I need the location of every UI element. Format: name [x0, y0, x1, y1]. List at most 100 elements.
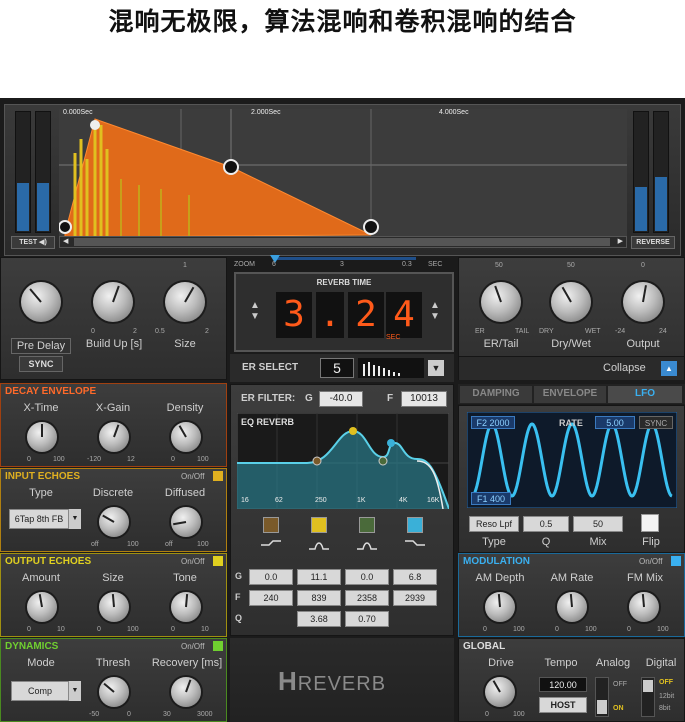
eq-band-1-toggle[interactable]: [263, 517, 279, 533]
x-gain-knob[interactable]: [99, 422, 129, 452]
eq-curve-graph[interactable]: [237, 413, 449, 509]
analog-switch[interactable]: [595, 677, 609, 717]
digital-switch[interactable]: [641, 677, 655, 717]
global-panel: GLOBAL Drive Tempo Analog Digital 0 100 …: [458, 638, 685, 722]
high-shelf-icon: [405, 540, 425, 546]
reverse-button[interactable]: REVERSE: [631, 236, 675, 249]
density-knob[interactable]: [171, 422, 201, 452]
modulation-panel: MODULATION On/Off AM Depth AM Rate FM Mi…: [458, 553, 685, 637]
logo-area: HREVERB: [230, 638, 454, 722]
eq-q-2[interactable]: 3.68: [297, 611, 341, 627]
mode-dropdown-icon[interactable]: ▼: [69, 681, 81, 701]
lfo-q-field[interactable]: 0.5: [523, 516, 569, 532]
lfo-f1-field[interactable]: F1 400: [471, 492, 511, 505]
size-knob[interactable]: [165, 282, 205, 322]
eq-gain-4[interactable]: 6.8: [393, 569, 437, 585]
recovery-knob[interactable]: [171, 677, 201, 707]
zoom-slider[interactable]: ZOOM 6 3 0.3 SEC: [230, 255, 454, 271]
dry-wet-knob[interactable]: [551, 282, 591, 322]
drive-knob[interactable]: [485, 677, 515, 707]
diffused-knob[interactable]: [171, 507, 201, 537]
test-button[interactable]: TEST ◀): [11, 236, 55, 249]
eq-freq-1[interactable]: 240: [249, 590, 293, 606]
er-tail-knob[interactable]: [481, 282, 521, 322]
pre-delay-knob[interactable]: [21, 282, 61, 322]
er-tail-label: ER/Tail: [483, 338, 519, 350]
eq-freq-4[interactable]: 2939: [393, 590, 437, 606]
tone-knob[interactable]: [171, 592, 201, 622]
scroll-right-icon[interactable]: ▶: [618, 237, 623, 245]
eq-gain-3[interactable]: 0.0: [345, 569, 389, 585]
er-pattern-icon: [358, 358, 424, 378]
lfo-sync-button[interactable]: SYNC: [639, 416, 673, 429]
reverb-time-title: REVERB TIME: [316, 278, 372, 287]
sync-button[interactable]: SYNC: [19, 356, 63, 372]
input-meter-left: [15, 111, 31, 233]
er-filter-freq-field[interactable]: 10013: [401, 391, 447, 407]
reverb-time-unit: SEC: [386, 334, 401, 341]
reverb-digit-3: 4: [386, 292, 422, 338]
left-knob-panel: 1 0 2 0.5 2 Pre Delay Build Up [s] Size …: [0, 257, 227, 380]
eq-gain-2[interactable]: 11.1: [297, 569, 341, 585]
input-echo-type-select[interactable]: 6Tap 8th FB: [9, 509, 69, 529]
host-button[interactable]: HOST: [539, 697, 587, 713]
dynamics-mode-select[interactable]: Comp: [11, 681, 69, 701]
input-echoes-toggle[interactable]: [213, 471, 223, 481]
collapse-icon[interactable]: ▲: [661, 361, 677, 376]
display-scrollbar[interactable]: ◀ ▶: [59, 236, 627, 248]
eq-title: EQ REVERB: [241, 417, 295, 427]
eq-panel: ER FILTER: G -40.0 F 10013 EQ REVERB 16 …: [230, 384, 454, 636]
time-marker-2: 2.000Sec: [251, 109, 281, 116]
decay-curve-plot[interactable]: [59, 109, 627, 237]
thresh-knob[interactable]: [99, 677, 129, 707]
tab-envelope[interactable]: ENVELOPE: [534, 386, 606, 403]
lfo-type-select[interactable]: Reso Lpf: [469, 516, 519, 532]
output-knob[interactable]: [623, 282, 663, 322]
x-time-knob[interactable]: [27, 422, 57, 452]
reverb-digit-1: 3: [276, 292, 312, 338]
eq-q-3[interactable]: 0.70: [345, 611, 389, 627]
decay-node-peak: [90, 120, 100, 130]
eq-gain-1[interactable]: 0.0: [249, 569, 293, 585]
lfo-f2-field[interactable]: F2 2000: [471, 416, 515, 429]
lfo-flip-toggle[interactable]: [641, 514, 659, 532]
collapse-label[interactable]: Collapse: [603, 362, 646, 374]
output-echoes-title: OUTPUT ECHOES: [5, 556, 92, 567]
hreverb-logo: HREVERB: [278, 666, 387, 696]
decay-envelope-panel: DECAY ENVELOPE X-Time X-Gain Density 0 1…: [0, 383, 227, 467]
am-rate-knob[interactable]: [557, 592, 587, 622]
peak-icon-1: [309, 542, 329, 550]
modulation-title: MODULATION: [463, 556, 531, 567]
lfo-mix-field[interactable]: 50: [573, 516, 623, 532]
tab-lfo[interactable]: LFO: [608, 386, 682, 403]
waveform-display[interactable]: TEST ◀) REVERSE 0.000Sec 2.000Sec 4.000S…: [4, 104, 681, 256]
tempo-field[interactable]: 120.00: [539, 677, 587, 692]
er-filter-gain-field[interactable]: -40.0: [319, 391, 363, 407]
reverb-digit-2: 2: [348, 292, 384, 338]
reverb-digit-dot: .: [316, 292, 344, 338]
eq-band-2-toggle[interactable]: [311, 517, 327, 533]
fm-mix-knob[interactable]: [629, 592, 659, 622]
reverb-time-stepper[interactable]: ▲ ▼: [250, 300, 260, 322]
eq-freq-2[interactable]: 839: [297, 590, 341, 606]
eq-freq-3[interactable]: 2358: [345, 590, 389, 606]
type-dropdown-icon[interactable]: ▼: [69, 509, 81, 529]
build-up-knob[interactable]: [93, 282, 133, 322]
discrete-knob[interactable]: [99, 507, 129, 537]
scroll-left-icon[interactable]: ◀: [63, 237, 68, 245]
eq-band-4-toggle[interactable]: [407, 517, 423, 533]
er-dropdown-icon[interactable]: ▼: [428, 360, 444, 376]
scrollbar-thumb[interactable]: [74, 238, 610, 246]
eq-band-3-toggle[interactable]: [359, 517, 375, 533]
echo-size-knob[interactable]: [99, 592, 129, 622]
reverb-time-stepper-right[interactable]: ▲ ▼: [430, 300, 440, 322]
dynamics-panel: DYNAMICS On/Off Mode Thresh Recovery [ms…: [0, 638, 227, 722]
am-depth-knob[interactable]: [485, 592, 515, 622]
tab-damping[interactable]: DAMPING: [460, 386, 532, 403]
er-select-value[interactable]: 5: [320, 358, 354, 378]
dynamics-toggle[interactable]: [213, 641, 223, 651]
modulation-toggle[interactable]: [671, 556, 681, 566]
lfo-rate-field[interactable]: 5.00: [595, 416, 635, 429]
amount-knob[interactable]: [27, 592, 57, 622]
output-echoes-toggle[interactable]: [213, 556, 223, 566]
